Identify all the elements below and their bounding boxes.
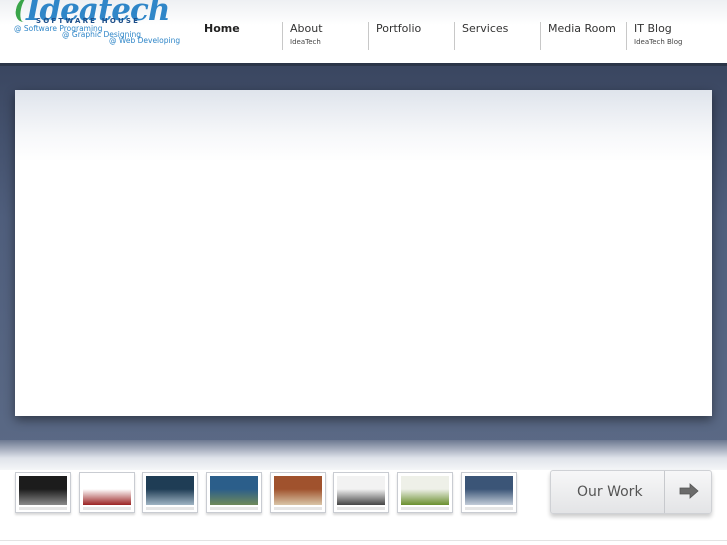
- thumb-image: [146, 476, 194, 505]
- thumb-caption-bar: [337, 507, 385, 510]
- thumb-image: [401, 476, 449, 505]
- thumb-caption-bar: [274, 507, 322, 510]
- thumb-caption-bar: [465, 507, 513, 510]
- hero-band-fade: [0, 440, 727, 470]
- portfolio-thumb[interactable]: [397, 472, 453, 513]
- thumb-caption-bar: [210, 507, 258, 510]
- thumb-image: [210, 476, 258, 505]
- ideatech-logo[interactable]: Ideatech SOFTWARE HOUSE @ Software Progr…: [13, 0, 200, 45]
- logo-tagline-3: @ Web Developing: [109, 36, 181, 45]
- nav-home-label: Home: [204, 22, 240, 35]
- site-header: Ideatech SOFTWARE HOUSE @ Software Progr…: [0, 0, 727, 63]
- nav-it-blog-sub: IdeaTech Blog: [634, 38, 683, 46]
- portfolio-thumb[interactable]: [333, 472, 389, 513]
- nav-media-room-label: Media Room: [548, 22, 616, 35]
- thumb-caption-bar: [146, 507, 194, 510]
- thumb-image: [83, 476, 131, 505]
- nav-it-blog[interactable]: IT Blog IdeaTech Blog: [626, 22, 724, 50]
- thumb-image: [465, 476, 513, 505]
- portfolio-thumb[interactable]: [142, 472, 198, 513]
- our-work-label: Our Work: [577, 484, 643, 500]
- nav-home[interactable]: Home: [204, 22, 240, 50]
- slideshow-stage: [15, 90, 712, 416]
- thumb-image: [337, 476, 385, 505]
- thumb-image: [274, 476, 322, 505]
- thumb-caption-bar: [401, 507, 449, 510]
- portfolio-thumb[interactable]: [79, 472, 135, 513]
- portfolio-thumb[interactable]: [15, 472, 71, 513]
- nav-services[interactable]: Services: [454, 22, 540, 50]
- thumb-caption-bar: [83, 507, 131, 510]
- nav-it-blog-label: IT Blog: [634, 22, 672, 35]
- nav-portfolio[interactable]: Portfolio: [368, 22, 454, 50]
- nav-about[interactable]: About IdeaTech: [282, 22, 368, 50]
- portfolio-thumb[interactable]: [270, 472, 326, 513]
- our-work-button[interactable]: Our Work: [550, 470, 712, 514]
- nav-media-room[interactable]: Media Room: [540, 22, 626, 50]
- right-arrow-icon: [679, 483, 699, 499]
- button-divider: [664, 471, 665, 513]
- portfolio-thumb[interactable]: [206, 472, 262, 513]
- portfolio-thumbnails: [10, 472, 530, 513]
- portfolio-thumb[interactable]: [461, 472, 517, 513]
- nav-about-label: About: [290, 22, 323, 35]
- nav-portfolio-label: Portfolio: [376, 22, 422, 35]
- thumb-image: [19, 476, 67, 505]
- footer-divider: [0, 540, 727, 541]
- nav-services-label: Services: [462, 22, 509, 35]
- nav-about-sub: IdeaTech: [290, 38, 321, 46]
- thumb-caption-bar: [19, 507, 67, 510]
